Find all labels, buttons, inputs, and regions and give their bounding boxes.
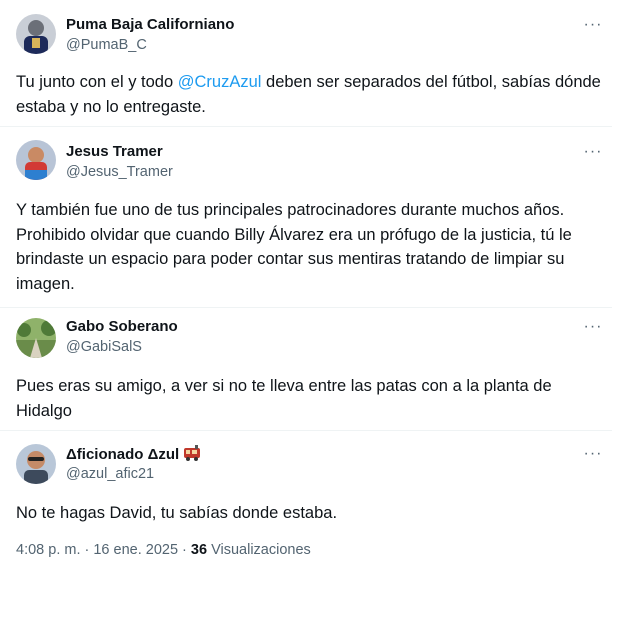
avatar[interactable] [16, 14, 56, 54]
author-name-text: Δficionado Δzul [66, 446, 180, 463]
tweet-text-part: Tu junto con el y todo [16, 73, 178, 91]
mention-link[interactable]: @CruzAzul [178, 73, 262, 91]
more-options-icon[interactable]: ··· [582, 144, 604, 160]
reply-tweet[interactable]: Gabo Soberano @GabiSalS ··· Pues eras su… [0, 308, 612, 430]
avatar-gabo-icon [16, 318, 56, 358]
author-name[interactable]: Δficionado Δzul [66, 445, 201, 465]
author-name[interactable]: Puma Baja Californiano [66, 16, 234, 33]
tweet-text: Pues eras su amigo, a ver si no te lleva… [16, 377, 552, 420]
views-count: 36 [190, 542, 208, 558]
author-handle[interactable]: @PumaB_C [66, 37, 147, 53]
avatar-aficionado-icon [16, 444, 56, 484]
timestamp[interactable]: 4:08 p. m. · 16 ene. 2025 · [16, 542, 191, 558]
reply-tweet[interactable]: Jesus Tramer @Jesus_Tramer ··· Y también… [0, 127, 612, 307]
reply-tweet[interactable]: Δficionado Δzul @azul_afic21 ··· No te h… [0, 431, 612, 611]
more-options-icon[interactable]: ··· [582, 17, 604, 33]
avatar-jesus-icon [16, 140, 56, 180]
avatar-puma-icon [16, 14, 56, 54]
author-handle[interactable]: @azul_afic21 [66, 466, 154, 482]
tweet-metadata: 4:08 p. m. · 16 ene. 2025 · 36 Visualiza… [16, 542, 311, 558]
tweet-text: No te hagas David, tu sabías donde estab… [16, 504, 338, 522]
author-handle[interactable]: @Jesus_Tramer [66, 164, 173, 180]
more-options-icon[interactable]: ··· [582, 319, 604, 335]
author-handle[interactable]: @GabiSalS [66, 339, 142, 355]
author-name[interactable]: Jesus Tramer [66, 143, 163, 160]
tweet-text: Tu junto con el y todo @CruzAzul deben s… [16, 70, 604, 119]
train-emoji-icon [183, 445, 201, 465]
views-label: Visualizaciones [207, 542, 311, 558]
more-options-icon[interactable]: ··· [582, 446, 604, 462]
avatar[interactable] [16, 444, 56, 484]
tweet-text: Y también fue uno de tus principales pat… [16, 201, 572, 293]
reply-tweet[interactable]: Puma Baja Californiano @PumaB_C ··· Tu j… [0, 0, 612, 126]
avatar[interactable] [16, 140, 56, 180]
avatar[interactable] [16, 318, 56, 358]
author-name[interactable]: Gabo Soberano [66, 318, 178, 335]
